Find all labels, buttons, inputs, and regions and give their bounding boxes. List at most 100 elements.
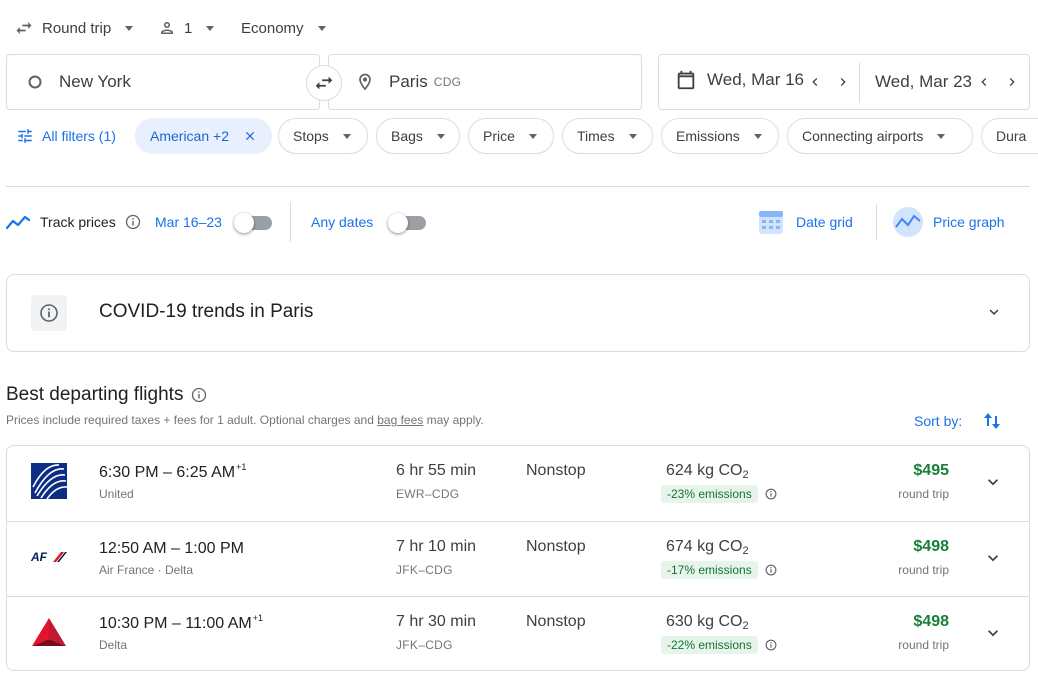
- duration-filter-chip[interactable]: Dura: [981, 118, 1038, 154]
- origin-field[interactable]: New York: [6, 54, 320, 110]
- flight-route: EWR–CDG: [396, 487, 460, 501]
- results-subtitle: Prices include required taxes + fees for…: [6, 413, 484, 427]
- emissions-filter-chip[interactable]: Emissions: [661, 118, 779, 154]
- times-text: 12:50 AM – 1:00 PM: [99, 540, 244, 557]
- flight-times: 12:50 AM – 1:00 PM: [99, 538, 245, 558]
- flight-price: $498: [913, 538, 949, 555]
- cabin-class-label: Economy: [241, 19, 304, 37]
- destination-value: Paris: [389, 72, 428, 91]
- swap-arrows-icon: [16, 22, 32, 34]
- chevron-down-icon[interactable]: [983, 472, 1003, 492]
- track-prices-label: Track prices: [40, 214, 116, 230]
- track-date-range: Mar 16–23: [155, 214, 222, 230]
- bags-filter-label: Bags: [391, 128, 423, 144]
- results-heading-row: Best departing flights: [6, 384, 207, 406]
- emissions-filter-label: Emissions: [676, 128, 740, 144]
- flight-price: $495: [913, 462, 949, 479]
- cabin-class-select[interactable]: Economy: [241, 14, 326, 42]
- return-next-button[interactable]: [998, 68, 1026, 96]
- sort-by-button[interactable]: Sort by:: [914, 410, 1002, 432]
- info-icon[interactable]: [125, 214, 141, 230]
- return-date[interactable]: Wed, Mar 23: [875, 72, 972, 92]
- destination-field[interactable]: Paris CDG: [328, 54, 642, 110]
- location-pin-icon: [359, 73, 371, 91]
- airline-name: Air France · Delta: [99, 563, 194, 577]
- swap-button[interactable]: [306, 65, 342, 101]
- price-note: round trip: [898, 487, 949, 501]
- toggle-knob: [388, 213, 408, 233]
- origin-value: New York: [59, 72, 131, 91]
- date-grid-label: Date grid: [796, 214, 853, 230]
- person-icon: [161, 22, 173, 34]
- flight-stops: Nonstop: [526, 462, 586, 479]
- times-text: 10:30 PM – 11:00 AM: [99, 615, 252, 632]
- covid-trends-panel[interactable]: COVID-19 trends in Paris: [6, 274, 1030, 352]
- subtitle-text: Prices include required taxes + fees for…: [6, 413, 378, 427]
- flight-times: 10:30 PM – 11:00 AM+1: [99, 613, 263, 633]
- delta-triangle-logo: [31, 614, 67, 650]
- origin-circle-icon: [28, 75, 42, 89]
- flight-row[interactable]: AF 12:50 AM – 1:00 PM Air France · Delta…: [7, 521, 1029, 596]
- passengers-select[interactable]: 1: [158, 14, 215, 42]
- any-dates-toggle[interactable]: [388, 213, 426, 233]
- co2-amount: 630 kg CO2: [666, 613, 749, 632]
- chevron-down-icon[interactable]: [985, 303, 1003, 321]
- emissions-badge: -22% emissions: [661, 636, 758, 654]
- info-icon[interactable]: [765, 564, 777, 576]
- flight-stops: Nonstop: [526, 538, 586, 555]
- destination-airport-code: CDG: [433, 75, 462, 89]
- flight-stops: Nonstop: [526, 613, 586, 630]
- flight-price: $498: [913, 613, 949, 630]
- info-icon[interactable]: [191, 387, 207, 403]
- delta-logo-icon: [32, 618, 66, 646]
- bags-filter-chip[interactable]: Bags: [376, 118, 460, 154]
- bag-fees-link[interactable]: bag fees: [377, 413, 423, 427]
- co2-value: 674 kg CO: [666, 538, 743, 555]
- stops-filter-chip[interactable]: Stops: [278, 118, 368, 154]
- info-icon[interactable]: [765, 488, 777, 500]
- flight-route: JFK–CDG: [396, 563, 453, 577]
- connecting-airports-filter-label: Connecting airports: [802, 128, 924, 144]
- info-icon-box: [31, 295, 67, 331]
- chevron-down-icon[interactable]: [983, 623, 1003, 643]
- chevron-down-icon: [342, 133, 351, 139]
- depart-next-button[interactable]: [829, 68, 857, 96]
- depart-date[interactable]: Wed, Mar 16: [707, 70, 804, 90]
- track-dates-toggle[interactable]: [234, 213, 272, 233]
- price-graph-label: Price graph: [933, 214, 1005, 230]
- tune-icon: [18, 129, 32, 143]
- trip-type-select[interactable]: Round trip: [14, 14, 134, 42]
- return-prev-button[interactable]: [970, 68, 998, 96]
- filters-divider: [6, 186, 1030, 187]
- flight-row[interactable]: 6:30 PM – 6:25 AM+1 United 6 hr 55 min E…: [7, 446, 1029, 521]
- flight-duration: 6 hr 55 min: [396, 462, 477, 479]
- airline-filter-chip[interactable]: American +2: [135, 118, 272, 154]
- flight-route: JFK–CDG: [396, 638, 453, 652]
- chevron-down-icon[interactable]: [983, 548, 1003, 568]
- sort-icon: [984, 413, 1001, 429]
- chevron-down-icon: [628, 133, 637, 139]
- emissions-badge: -17% emissions: [661, 561, 758, 579]
- co2-value: 630 kg CO: [666, 613, 743, 630]
- depart-prev-button[interactable]: [801, 68, 829, 96]
- flight-row[interactable]: 10:30 PM – 11:00 AM+1 Delta 7 hr 30 min …: [7, 596, 1029, 670]
- chevron-down-icon: [937, 133, 946, 139]
- date-range-field[interactable]: Wed, Mar 16 Wed, Mar 23: [658, 54, 1030, 110]
- info-icon[interactable]: [765, 639, 777, 651]
- trip-type-label: Round trip: [42, 19, 112, 37]
- info-icon: [40, 304, 58, 322]
- price-filter-chip[interactable]: Price: [468, 118, 554, 154]
- chevron-left-icon: [812, 78, 818, 86]
- all-filters-button[interactable]: All filters (1): [16, 118, 116, 154]
- price-graph-button[interactable]: Price graph: [893, 206, 1005, 238]
- airline-filter-label: American +2: [150, 128, 229, 144]
- times-filter-chip[interactable]: Times: [562, 118, 653, 154]
- connecting-airports-filter-chip[interactable]: Connecting airports: [787, 118, 973, 154]
- close-icon[interactable]: [243, 128, 257, 144]
- date-grid-icon: [759, 211, 783, 234]
- chevron-right-icon: [1009, 78, 1015, 86]
- date-grid-button[interactable]: Date grid: [758, 208, 853, 236]
- co2-value: 624 kg CO: [666, 462, 743, 479]
- price-filter-label: Price: [483, 128, 515, 144]
- subtitle-text-end: may apply.: [423, 413, 484, 427]
